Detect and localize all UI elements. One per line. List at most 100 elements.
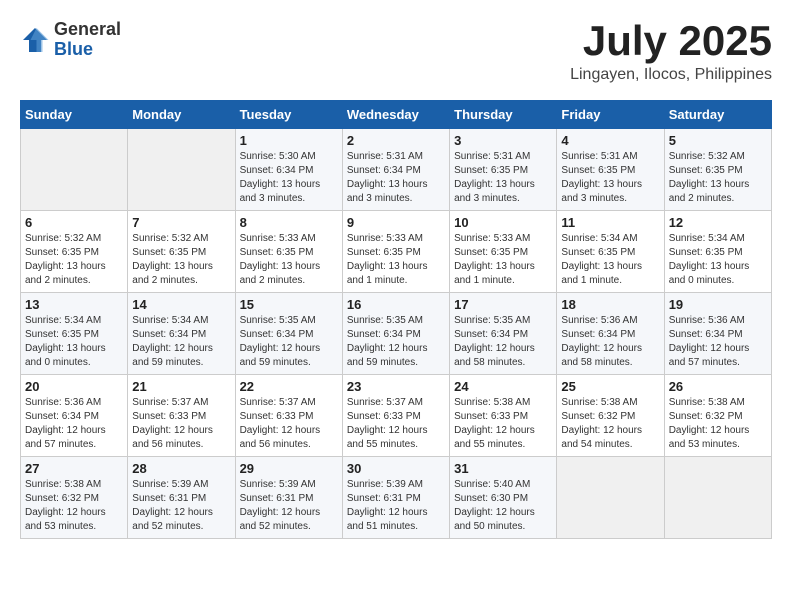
day-info: Sunrise: 5:40 AM Sunset: 6:30 PM Dayligh… xyxy=(454,478,552,534)
page-header: General Blue July 2025 Lingayen, Ilocos,… xyxy=(20,20,772,84)
logo-text: General Blue xyxy=(54,20,121,60)
day-number: 14 xyxy=(132,297,230,312)
day-number: 18 xyxy=(561,297,659,312)
day-number: 16 xyxy=(347,297,445,312)
day-info: Sunrise: 5:34 AM Sunset: 6:34 PM Dayligh… xyxy=(132,314,230,370)
calendar-cell: 5Sunrise: 5:32 AM Sunset: 6:35 PM Daylig… xyxy=(664,129,771,211)
day-info: Sunrise: 5:36 AM Sunset: 6:34 PM Dayligh… xyxy=(561,314,659,370)
calendar-table: SundayMondayTuesdayWednesdayThursdayFrid… xyxy=(20,100,772,539)
calendar-week-4: 20 Sunrise: 5:36 AM Sunset: 6:34 PM Dayli… xyxy=(21,375,772,457)
day-info: Sunrise: 5:38 AM Sunset: 6:32 PM Dayligh… xyxy=(561,396,659,452)
logo-general: General xyxy=(54,20,121,40)
day-info: Sunrise: 5:36 AM Sunset: 6:34 PM Dayligh… xyxy=(25,396,123,452)
day-number: 13 xyxy=(25,297,123,312)
calendar-cell: 14 Sunrise: 5:34 AM Sunset: 6:34 PM Dayli… xyxy=(128,293,235,375)
day-info: Sunrise: 5:37 AM Sunset: 6:33 PM Dayligh… xyxy=(132,396,230,452)
calendar-cell: 17Sunrise: 5:35 AM Sunset: 6:34 PM Dayli… xyxy=(450,293,557,375)
calendar-cell: 23 Sunrise: 5:37 AM Sunset: 6:33 PM Dayli… xyxy=(342,375,449,457)
day-number: 2 xyxy=(347,133,445,148)
day-number: 25 xyxy=(561,379,659,394)
day-number: 23 xyxy=(347,379,445,394)
day-info: Sunrise: 5:39 AM Sunset: 6:31 PM Dayligh… xyxy=(347,478,445,534)
day-number: 20 xyxy=(25,379,123,394)
calendar-cell: 21 Sunrise: 5:37 AM Sunset: 6:33 PM Dayli… xyxy=(128,375,235,457)
day-info: Sunrise: 5:38 AM Sunset: 6:32 PM Dayligh… xyxy=(669,396,767,452)
calendar-cell: 28 Sunrise: 5:39 AM Sunset: 6:31 PM Dayli… xyxy=(128,457,235,539)
day-number: 17 xyxy=(454,297,552,312)
day-number: 15 xyxy=(240,297,338,312)
day-number: 5 xyxy=(669,133,767,148)
day-info: Sunrise: 5:33 AM Sunset: 6:35 PM Dayligh… xyxy=(347,232,445,288)
day-info: Sunrise: 5:34 AM Sunset: 6:35 PM Dayligh… xyxy=(561,232,659,288)
day-number: 24 xyxy=(454,379,552,394)
day-info: Sunrise: 5:36 AM Sunset: 6:34 PM Dayligh… xyxy=(669,314,767,370)
calendar-cell xyxy=(557,457,664,539)
calendar-week-1: 1Sunrise: 5:30 AM Sunset: 6:34 PM Daylig… xyxy=(21,129,772,211)
calendar-cell: 6Sunrise: 5:32 AM Sunset: 6:35 PM Daylig… xyxy=(21,211,128,293)
calendar-cell: 4 Sunrise: 5:31 AM Sunset: 6:35 PM Daylig… xyxy=(557,129,664,211)
calendar-cell: 15Sunrise: 5:35 AM Sunset: 6:34 PM Dayli… xyxy=(235,293,342,375)
month-title: July 2025 xyxy=(570,20,772,62)
day-number: 22 xyxy=(240,379,338,394)
day-info: Sunrise: 5:31 AM Sunset: 6:35 PM Dayligh… xyxy=(454,150,552,206)
calendar-cell: 9 Sunrise: 5:33 AM Sunset: 6:35 PM Daylig… xyxy=(342,211,449,293)
calendar-cell: 18 Sunrise: 5:36 AM Sunset: 6:34 PM Dayli… xyxy=(557,293,664,375)
day-number: 1 xyxy=(240,133,338,148)
calendar-cell: 11 Sunrise: 5:34 AM Sunset: 6:35 PM Dayli… xyxy=(557,211,664,293)
day-number: 11 xyxy=(561,215,659,230)
day-info: Sunrise: 5:33 AM Sunset: 6:35 PM Dayligh… xyxy=(240,232,338,288)
calendar-week-5: 27Sunrise: 5:38 AM Sunset: 6:32 PM Dayli… xyxy=(21,457,772,539)
weekday-header-row: SundayMondayTuesdayWednesdayThursdayFrid… xyxy=(21,101,772,129)
calendar-cell: 19 Sunrise: 5:36 AM Sunset: 6:34 PM Dayli… xyxy=(664,293,771,375)
calendar-cell xyxy=(128,129,235,211)
calendar-cell: 8 Sunrise: 5:33 AM Sunset: 6:35 PM Daylig… xyxy=(235,211,342,293)
day-info: Sunrise: 5:35 AM Sunset: 6:34 PM Dayligh… xyxy=(347,314,445,370)
weekday-header-saturday: Saturday xyxy=(664,101,771,129)
weekday-header-wednesday: Wednesday xyxy=(342,101,449,129)
day-info: Sunrise: 5:31 AM Sunset: 6:35 PM Dayligh… xyxy=(561,150,659,206)
day-number: 26 xyxy=(669,379,767,394)
calendar-cell: 26 Sunrise: 5:38 AM Sunset: 6:32 PM Dayli… xyxy=(664,375,771,457)
calendar-cell: 1Sunrise: 5:30 AM Sunset: 6:34 PM Daylig… xyxy=(235,129,342,211)
day-info: Sunrise: 5:37 AM Sunset: 6:33 PM Dayligh… xyxy=(347,396,445,452)
day-number: 9 xyxy=(347,215,445,230)
weekday-header-sunday: Sunday xyxy=(21,101,128,129)
day-info: Sunrise: 5:39 AM Sunset: 6:31 PM Dayligh… xyxy=(132,478,230,534)
calendar-cell: 30 Sunrise: 5:39 AM Sunset: 6:31 PM Dayli… xyxy=(342,457,449,539)
calendar-cell: 10Sunrise: 5:33 AM Sunset: 6:35 PM Dayli… xyxy=(450,211,557,293)
calendar-cell xyxy=(664,457,771,539)
day-number: 12 xyxy=(669,215,767,230)
day-info: Sunrise: 5:38 AM Sunset: 6:33 PM Dayligh… xyxy=(454,396,552,452)
calendar-cell: 2 Sunrise: 5:31 AM Sunset: 6:34 PM Daylig… xyxy=(342,129,449,211)
day-number: 19 xyxy=(669,297,767,312)
day-number: 4 xyxy=(561,133,659,148)
day-number: 7 xyxy=(132,215,230,230)
day-info: Sunrise: 5:37 AM Sunset: 6:33 PM Dayligh… xyxy=(240,396,338,452)
day-info: Sunrise: 5:38 AM Sunset: 6:32 PM Dayligh… xyxy=(25,478,123,534)
day-info: Sunrise: 5:32 AM Sunset: 6:35 PM Dayligh… xyxy=(132,232,230,288)
day-info: Sunrise: 5:34 AM Sunset: 6:35 PM Dayligh… xyxy=(25,314,123,370)
weekday-header-monday: Monday xyxy=(128,101,235,129)
calendar-cell: 25 Sunrise: 5:38 AM Sunset: 6:32 PM Dayli… xyxy=(557,375,664,457)
calendar-week-2: 6 Sunrise: 5:32 AM Sunset: 6:35 PM Daylig… xyxy=(21,211,772,293)
day-number: 29 xyxy=(240,461,338,476)
day-number: 30 xyxy=(347,461,445,476)
calendar-cell xyxy=(21,129,128,211)
day-number: 6 xyxy=(25,215,123,230)
day-number: 31 xyxy=(454,461,552,476)
day-number: 8 xyxy=(240,215,338,230)
calendar-cell: 16 Sunrise: 5:35 AM Sunset: 6:34 PM Dayli… xyxy=(342,293,449,375)
weekday-header-tuesday: Tuesday xyxy=(235,101,342,129)
calendar-cell: 7 Sunrise: 5:32 AM Sunset: 6:35 PM Daylig… xyxy=(128,211,235,293)
calendar-cell: 3Sunrise: 5:31 AM Sunset: 6:35 PM Daylig… xyxy=(450,129,557,211)
calendar-cell: 24 Sunrise: 5:38 AM Sunset: 6:33 PM Dayli… xyxy=(450,375,557,457)
day-info: Sunrise: 5:31 AM Sunset: 6:34 PM Dayligh… xyxy=(347,150,445,206)
title-area: July 2025 Lingayen, Ilocos, Philippines xyxy=(570,20,772,84)
calendar-cell: 31 Sunrise: 5:40 AM Sunset: 6:30 PM Dayli… xyxy=(450,457,557,539)
logo-blue: Blue xyxy=(54,40,121,60)
weekday-header-friday: Friday xyxy=(557,101,664,129)
calendar-cell: 29Sunrise: 5:39 AM Sunset: 6:31 PM Dayli… xyxy=(235,457,342,539)
day-number: 21 xyxy=(132,379,230,394)
day-number: 28 xyxy=(132,461,230,476)
logo-icon xyxy=(20,25,50,55)
